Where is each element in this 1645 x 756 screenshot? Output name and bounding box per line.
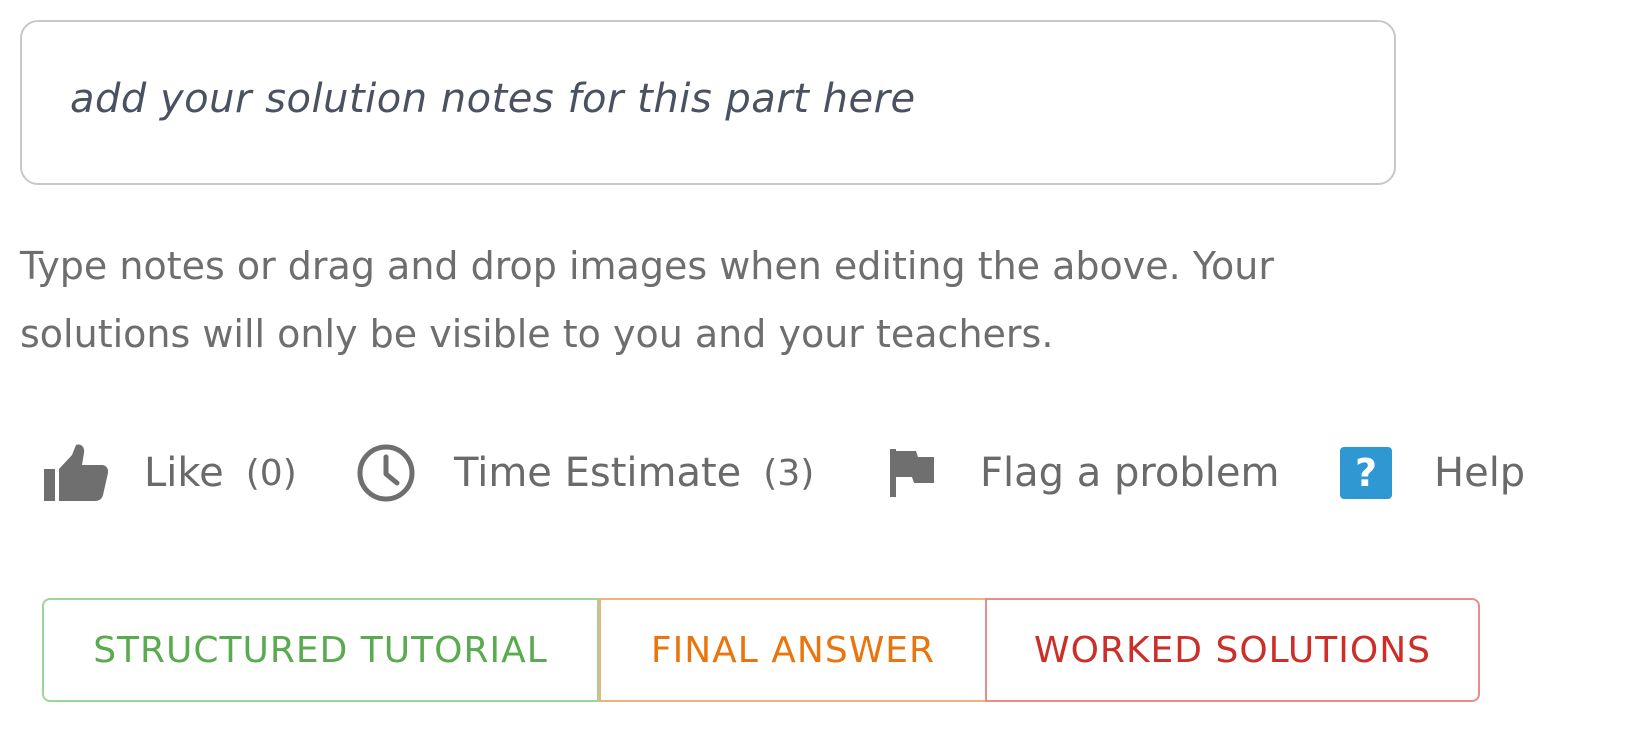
flag-problem-label: Flag a problem — [980, 450, 1280, 496]
like-label: Like — [144, 450, 224, 496]
time-estimate-button[interactable]: Time Estimate (3) — [356, 430, 814, 516]
time-estimate-count: (3) — [763, 452, 815, 494]
like-button[interactable]: Like (0) — [42, 430, 297, 516]
notes-hint: Type notes or drag and drop images when … — [20, 232, 1440, 368]
flag-icon — [886, 447, 936, 499]
time-estimate-label: Time Estimate — [454, 450, 742, 496]
flag-problem-button[interactable]: Flag a problem — [886, 430, 1279, 516]
help-label: Help — [1434, 450, 1526, 496]
solution-type-tabs: STRUCTURED TUTORIAL FINAL ANSWER WORKED … — [42, 598, 1480, 702]
notes-placeholder: add your solution notes for this part he… — [70, 76, 916, 122]
thumbs-up-icon — [42, 443, 108, 503]
tab-final-answer[interactable]: FINAL ANSWER — [599, 598, 985, 702]
help-icon: ? — [1340, 447, 1392, 499]
tab-worked-solutions[interactable]: WORKED SOLUTIONS — [985, 598, 1480, 702]
clock-icon — [356, 443, 416, 503]
notes-hint-line-2: solutions will only be visible to you an… — [20, 312, 1054, 356]
action-bar: Like (0) Time Estimate (3) Flag a proble… — [0, 430, 1645, 516]
like-count: (0) — [245, 452, 297, 494]
help-button[interactable]: ? Help — [1340, 430, 1525, 516]
solution-notes-editor[interactable]: add your solution notes for this part he… — [20, 20, 1396, 185]
tab-structured-tutorial[interactable]: STRUCTURED TUTORIAL — [42, 598, 599, 702]
notes-hint-line-1: Type notes or drag and drop images when … — [20, 244, 1274, 288]
